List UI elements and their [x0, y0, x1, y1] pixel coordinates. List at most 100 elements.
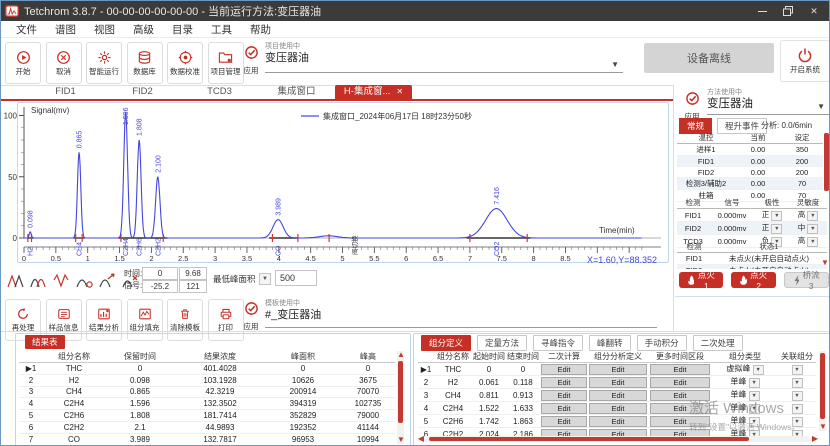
table-row[interactable]: 2H20.0610.118EditEditEdit单峰 ▼▼ [418, 376, 816, 389]
close-button[interactable]: ✕ [801, 1, 827, 21]
menu-item-谱图[interactable]: 谱图 [46, 22, 85, 37]
chevron-down-icon[interactable]: ▼ [749, 378, 760, 388]
table-row[interactable]: 5C2H61.7421.863EditEditEdit单峰 ▼▼ [418, 415, 816, 428]
apply-project-button[interactable]: 应用 [238, 45, 264, 76]
device-status-button[interactable]: 设备离线 [644, 43, 774, 73]
project-field[interactable]: 项目使用中 变压器油 ▼ [265, 42, 623, 73]
peak-valley-tool[interactable] [53, 269, 74, 289]
chevron-down-icon[interactable]: ▼ [792, 417, 803, 427]
menu-item-高级[interactable]: 高级 [124, 22, 163, 37]
analysis-def-edit-button[interactable]: Edit [589, 403, 646, 414]
min-peak-area-input[interactable]: 500 [275, 270, 317, 286]
secondary-calc-edit-button[interactable]: Edit [541, 364, 587, 375]
calibration-button[interactable]: 数据校准 [167, 42, 203, 84]
chart-tab-FID1[interactable]: FID1 [27, 85, 104, 99]
more-time-ranges-edit-button[interactable]: Edit [650, 403, 711, 414]
more-time-ranges-edit-button[interactable]: Edit [650, 390, 711, 401]
menu-item-文件[interactable]: 文件 [7, 22, 46, 37]
menu-item-目录[interactable]: 目录 [163, 22, 202, 37]
table-row[interactable]: 2H20.098103.1928106263675 [19, 374, 395, 386]
table-row[interactable]: FID20.00200 [677, 167, 823, 178]
tab-二次处理[interactable]: 二次处理 [693, 335, 743, 351]
chevron-down-icon[interactable]: ▼ [749, 391, 760, 401]
results-scrollbar[interactable]: ▲ ▼ [397, 351, 404, 444]
peak-marker-tool[interactable] [99, 269, 120, 289]
chevron-down-icon[interactable]: ▼ [749, 404, 760, 414]
table-row[interactable]: 6C2H22.144.989319235241144 [19, 421, 395, 433]
table-row[interactable]: 4C2H41.596132.3502394319102735 [19, 398, 395, 410]
chart-tab-active[interactable]: H-集成窗...✕ [335, 85, 412, 99]
component-vscrollbar[interactable]: ▼ [819, 351, 826, 431]
results-tab[interactable]: 结果表 [25, 335, 65, 349]
analysis-def-edit-button[interactable]: Edit [589, 364, 646, 375]
chromatogram[interactable]: 05010000.511.522.533.544.555.566.577.588… [1, 99, 671, 265]
more-time-ranges-edit-button[interactable]: Edit [650, 377, 711, 388]
peak-circle-tool[interactable] [76, 269, 97, 289]
chevron-down-icon[interactable]: ▼ [807, 224, 818, 234]
ignite2-button[interactable]: 点火2 [731, 272, 775, 288]
apply-template-button[interactable]: 应用 [238, 301, 264, 332]
secondary-calc-edit-button[interactable]: Edit [541, 416, 587, 427]
analysis-def-edit-button[interactable]: Edit [589, 377, 646, 388]
table-row[interactable]: 检测3/辅助20.0070 [677, 178, 823, 190]
table-row[interactable]: 进样10.00350 [677, 144, 823, 156]
table-row[interactable]: FID1未点火(未开启自动点火) [677, 253, 827, 265]
close-icon[interactable]: ✕ [396, 87, 403, 96]
chevron-down-icon[interactable]: ▼ [807, 211, 818, 221]
menu-item-视图[interactable]: 视图 [85, 22, 124, 37]
chevron-down-icon[interactable]: ▼ [792, 404, 803, 414]
chevron-down-icon[interactable]: ▼ [792, 365, 803, 375]
table-row[interactable]: 4C2H41.5221.633EditEditEdit单峰 ▼▼ [418, 402, 816, 415]
more-time-ranges-edit-button[interactable]: Edit [650, 364, 711, 375]
ignite1-button[interactable]: 点火1 [679, 272, 723, 288]
tab-组分定义[interactable]: 组分定义 [421, 335, 471, 351]
power-system-button[interactable]: 开启系统 [780, 40, 830, 82]
chart-tab-TCD3[interactable]: TCD3 [181, 85, 258, 99]
peak-split-tool[interactable] [7, 269, 28, 289]
menu-item-帮助[interactable]: 帮助 [241, 22, 280, 37]
peak-overlap-tool[interactable] [30, 269, 51, 289]
database-button[interactable]: 数据库 [127, 42, 163, 84]
cancel-button[interactable]: 取消 [46, 42, 82, 84]
chevron-down-icon[interactable]: ▼ [771, 211, 782, 221]
chevron-down-icon[interactable]: ▼ [771, 224, 782, 234]
chevron-down-icon[interactable]: ▼ [792, 391, 803, 401]
table-row[interactable]: FID10.00200 [677, 156, 823, 167]
bridge-current-button[interactable]: 桥流3 [784, 272, 829, 288]
tab-峰翻转[interactable]: 峰翻转 [589, 335, 631, 351]
table-row[interactable]: 7CO3.989132.78179695310994 [19, 433, 395, 445]
table-row[interactable]: 3CH40.8110.913EditEditEdit单峰 ▼▼ [418, 389, 816, 402]
analysis-def-edit-button[interactable]: Edit [589, 390, 646, 401]
table-row[interactable]: ▶1THC0401.402800 [19, 363, 395, 375]
chevron-down-icon[interactable]: ▼ [611, 60, 619, 69]
smart-run-button[interactable]: 智能运行 [86, 42, 122, 84]
table-row[interactable]: 5C2H61.808181.741435282979000 [19, 410, 395, 422]
start-button[interactable]: 开始 [5, 42, 41, 84]
analysis-def-edit-button[interactable]: Edit [589, 416, 646, 427]
tab-定量方法[interactable]: 定量方法 [477, 335, 527, 351]
chart-tab-集成窗口[interactable]: 集成窗口 [258, 85, 335, 99]
table-row[interactable]: ▶1THC00EditEditEdit虚拟峰 ▼▼ [418, 363, 816, 376]
restore-button[interactable] [775, 1, 801, 21]
template-field[interactable]: 模板使用中 #_变压器油 [265, 299, 657, 328]
table-row[interactable]: FID20.000mv正 ▼中 ▼ [677, 222, 827, 235]
menu-item-工具[interactable]: 工具 [202, 22, 241, 37]
temperature-scrollbar[interactable] [824, 133, 829, 191]
table-row[interactable]: FID10.000mv正 ▼高 ▼ [677, 209, 827, 222]
more-time-ranges-edit-button[interactable]: Edit [650, 416, 711, 427]
min-peak-area-dropdown[interactable]: ▼ [259, 273, 271, 285]
secondary-calc-edit-button[interactable]: Edit [541, 390, 587, 401]
method-field[interactable]: 方法使用中 变压器油 ▼ [707, 88, 829, 115]
chevron-down-icon[interactable]: ▼ [753, 365, 764, 375]
secondary-calc-edit-button[interactable]: Edit [541, 377, 587, 388]
secondary-calc-edit-button[interactable]: Edit [541, 403, 587, 414]
table-row[interactable]: 3CH40.86542.321920091470070 [19, 386, 395, 398]
chevron-down-icon[interactable]: ▼ [792, 378, 803, 388]
chevron-down-icon[interactable]: ▼ [817, 102, 825, 111]
chart-tab-FID2[interactable]: FID2 [104, 85, 181, 99]
tab-寻峰指令[interactable]: 寻峰指令 [533, 335, 583, 351]
minimize-button[interactable] [749, 1, 775, 21]
chevron-down-icon[interactable]: ▼ [749, 417, 760, 427]
tab-手动积分[interactable]: 手动积分 [637, 335, 687, 351]
component-hscrollbar[interactable]: ◀ ▶ [425, 436, 809, 442]
